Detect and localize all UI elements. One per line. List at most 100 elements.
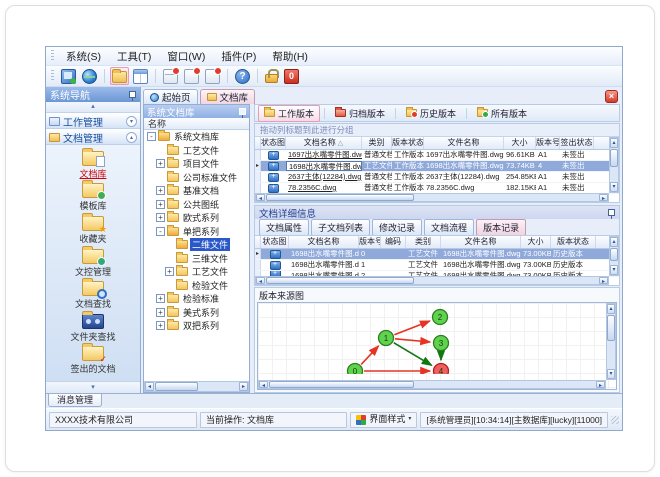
scroll-thumb[interactable]: [155, 382, 199, 391]
sidebar-item-search-docs[interactable]: 文档查找: [75, 278, 111, 310]
tab-detail[interactable]: 文档属性: [259, 218, 310, 236]
close-icon[interactable]: ×: [605, 90, 618, 103]
tree-node[interactable]: + 项目文件: [144, 157, 249, 171]
tab-detail[interactable]: 修改记录: [372, 218, 423, 236]
scroll-left-icon[interactable]: ◂: [256, 194, 265, 201]
scroll-track[interactable]: [415, 381, 596, 388]
expand-icon[interactable]: +: [156, 186, 165, 196]
tab-active[interactable]: 版本记录: [476, 218, 527, 236]
tree-node[interactable]: + 美式系列: [144, 305, 249, 320]
sidebar-item-folder-template[interactable]: 模板库: [79, 180, 107, 212]
column-header[interactable]: 大小: [521, 236, 551, 248]
column-header[interactable]: 类别: [362, 137, 392, 149]
tree-node[interactable]: + 欧式系列: [144, 211, 249, 225]
pin-icon[interactable]: [608, 209, 615, 219]
sidebar-collapse-button[interactable]: ▴: [46, 102, 140, 113]
tree-node[interactable]: + 基准文档: [144, 184, 249, 198]
column-header[interactable]: 文件名称: [424, 137, 504, 149]
table-row[interactable]: 1698出水嘴零件图.dwg1工艺文件1698出水嘴零件图.dwg73.00KB…: [255, 260, 619, 271]
scroll-up-icon[interactable]: ▴: [610, 138, 618, 148]
version-node-1[interactable]: 1: [377, 329, 395, 347]
column-header[interactable]: 版本号: [536, 137, 560, 149]
graph-hscrollbar[interactable]: ◂ ▸: [258, 380, 606, 389]
tree-node[interactable]: + 公共图纸: [144, 197, 249, 212]
menu-item[interactable]: 帮助(H): [264, 47, 316, 66]
page-delete-button[interactable]: [203, 66, 222, 86]
history-version-button[interactable]: 历史版本: [400, 105, 462, 122]
sidebar-group-expanded[interactable]: 文档管理 ▴: [46, 129, 140, 145]
window-grid-button[interactable]: [131, 67, 150, 86]
chevron-down-icon[interactable]: ▾: [126, 115, 137, 127]
versions-vscrollbar[interactable]: ▴ ▾: [609, 236, 619, 276]
table-row[interactable]: ▸1698出水嘴零件图.dwg工艺文件工作版本1698出水嘴零件图.dwg73.…: [255, 161, 619, 172]
column-header[interactable]: 状态图: [261, 236, 289, 248]
lock-button[interactable]: [263, 67, 280, 85]
column-header[interactable]: 状态图: [261, 137, 286, 149]
column-header[interactable]: 版本号: [359, 236, 381, 248]
scroll-left-icon[interactable]: ◂: [259, 381, 268, 388]
menu-item[interactable]: 插件(P): [213, 47, 264, 66]
scroll-thumb[interactable]: [269, 381, 415, 388]
work-version-button[interactable]: 工作版本: [258, 104, 321, 122]
sidebar-item-folder-checkout[interactable]: 签出的文档: [70, 343, 116, 375]
page-delete-button[interactable]: [182, 66, 201, 86]
tab-active[interactable]: 文档库: [199, 89, 256, 104]
table-row[interactable]: ▸1698出水嘴零件图.dwg0工艺文件1698出水嘴零件图.dwg73.00K…: [255, 249, 619, 260]
tree-node[interactable]: 三维文件: [144, 251, 249, 266]
expand-icon[interactable]: +: [156, 213, 165, 223]
scroll-thumb[interactable]: [266, 194, 414, 201]
sidebar-item-folder-docs[interactable]: 文档库: [79, 147, 107, 180]
column-header[interactable]: 文件名称: [441, 236, 521, 248]
tree-node[interactable]: + 双把系列: [144, 319, 249, 333]
column-header[interactable]: 版本状态: [392, 137, 424, 149]
expand-icon[interactable]: +: [165, 267, 174, 277]
expand-icon[interactable]: +: [156, 294, 165, 304]
menu-item[interactable]: 系统(S): [58, 47, 109, 66]
ui-style-button[interactable]: 界面样式 ▾: [350, 411, 418, 428]
tab-message-management[interactable]: 消息管理: [48, 394, 102, 407]
help-button[interactable]: [233, 67, 252, 86]
graph-vscrollbar[interactable]: ▴ ▾: [606, 303, 616, 380]
version-node-2[interactable]: 2: [431, 308, 449, 326]
scroll-up-icon[interactable]: ▴: [610, 237, 618, 247]
expand-icon[interactable]: +: [156, 199, 165, 209]
scroll-track[interactable]: [415, 194, 599, 201]
sidebar-group-collapsed[interactable]: 工作管理 ▾: [46, 113, 140, 129]
menu-item[interactable]: 工具(T): [109, 47, 159, 66]
scroll-right-icon[interactable]: ▸: [599, 194, 608, 201]
sidebar-item-folder-control[interactable]: 文控管理: [75, 245, 111, 278]
column-header[interactable]: 编码: [381, 236, 406, 248]
scroll-right-icon[interactable]: ▸: [596, 381, 605, 388]
table-row[interactable]: 1697出水嘴零件图.dwg普通文档工作版本1697出水嘴零件图.dwg96.6…: [255, 150, 619, 161]
tree-hscrollbar[interactable]: ◂ ▸: [144, 381, 249, 392]
tree-node[interactable]: + 工艺文件: [144, 265, 249, 279]
menu-item[interactable]: 窗口(W): [159, 47, 213, 66]
tree-column-header[interactable]: 名称: [144, 118, 249, 130]
column-header[interactable]: 签出状态: [560, 137, 594, 149]
pin-icon[interactable]: [239, 108, 246, 118]
column-header[interactable]: 大小: [504, 137, 536, 149]
version-node-4[interactable]: 4: [432, 362, 450, 375]
expand-icon[interactable]: +: [156, 321, 165, 331]
documents-vscrollbar[interactable]: ▴ ▾: [609, 137, 619, 193]
scroll-right-icon[interactable]: ▸: [239, 382, 248, 391]
scroll-left-icon[interactable]: ◂: [145, 382, 154, 391]
versions-hscrollbar[interactable]: ◂ ▸: [255, 276, 609, 285]
scroll-track[interactable]: [610, 168, 618, 182]
version-node-0[interactable]: 0: [346, 362, 364, 375]
tree-node[interactable]: 二维文件: [144, 238, 249, 252]
menu-grip[interactable]: [51, 50, 54, 62]
sidebar-item-search-folders[interactable]: 文件夹查找: [70, 310, 116, 343]
exit-button[interactable]: [282, 67, 301, 86]
sidebar-item-folder-favorites[interactable]: 收藏夹: [79, 212, 107, 245]
tree-node[interactable]: + 检验标准: [144, 292, 249, 306]
expand-icon[interactable]: +: [156, 159, 165, 169]
scroll-right-icon[interactable]: ▸: [599, 277, 608, 284]
column-header[interactable]: 文档名称: [289, 236, 359, 248]
tree-node[interactable]: 工艺文件: [144, 143, 249, 158]
collapse-icon[interactable]: -: [147, 132, 156, 142]
tree-node[interactable]: 检验文件: [144, 278, 249, 293]
scroll-thumb[interactable]: [266, 277, 414, 284]
scroll-thumb[interactable]: [607, 315, 615, 341]
tree-node[interactable]: - 系统文档库: [144, 130, 249, 144]
